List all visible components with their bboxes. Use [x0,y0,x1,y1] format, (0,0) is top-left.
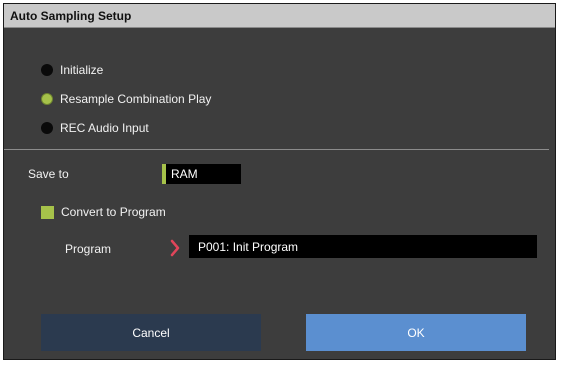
convert-to-program-label: Convert to Program [61,205,166,219]
radio-button-icon[interactable] [41,122,53,134]
radio-rec-audio-input[interactable]: REC Audio Input [41,120,149,136]
radio-button-icon[interactable] [41,64,53,76]
save-to-field[interactable]: RAM [162,164,241,184]
program-field[interactable]: P001: Init Program [189,235,537,258]
radio-initialize-label: Initialize [60,63,104,77]
dialog-titlebar: Auto Sampling Setup [4,4,555,28]
auto-sampling-setup-dialog: Auto Sampling Setup Initialize Resample … [3,3,556,360]
radio-resample-combination-play[interactable]: Resample Combination Play [41,91,211,107]
radio-rec-audio-label: REC Audio Input [60,121,149,135]
program-value: P001: Init Program [198,240,299,254]
save-to-value: RAM [171,167,198,181]
radio-resample-label: Resample Combination Play [60,92,212,106]
program-label: Program [65,242,112,256]
section-divider [4,149,549,150]
checkbox-checked-icon[interactable] [41,205,54,219]
dialog-title: Auto Sampling Setup [10,9,132,23]
ok-button[interactable]: OK [306,314,526,351]
radio-button-selected-icon[interactable] [41,93,53,105]
radio-initialize[interactable]: Initialize [41,62,103,78]
cancel-button[interactable]: Cancel [41,314,261,351]
field-focus-marker [162,164,166,184]
chevron-right-icon[interactable] [170,239,180,257]
save-to-label: Save to [28,167,69,181]
convert-to-program-checkbox-row[interactable]: Convert to Program [41,205,166,219]
